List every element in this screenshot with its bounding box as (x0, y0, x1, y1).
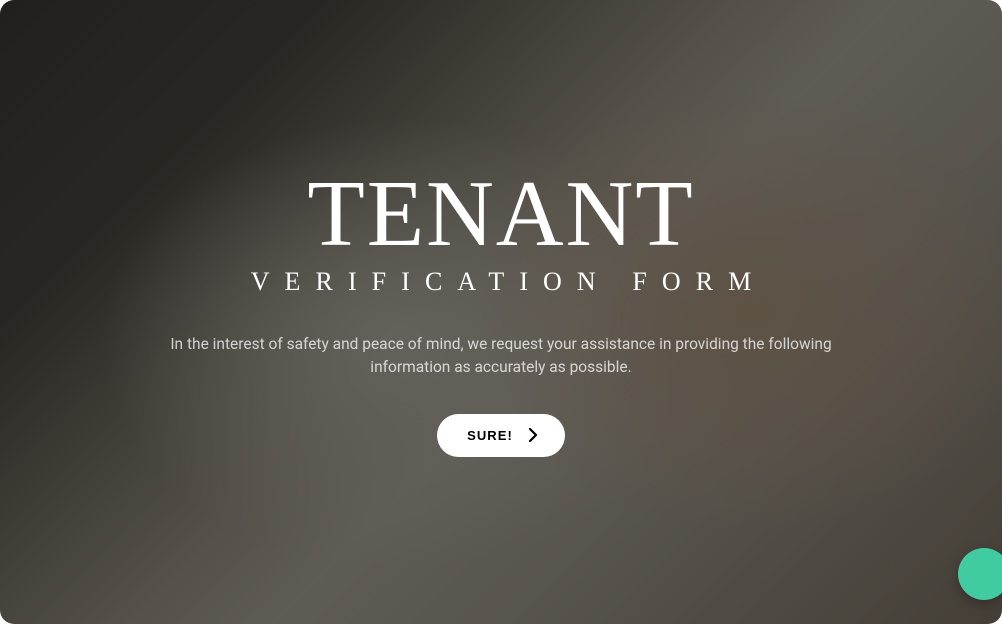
page-title-main: TENANT (131, 167, 871, 261)
start-button[interactable]: SURE! (437, 414, 565, 457)
start-button-label: SURE! (467, 428, 513, 443)
help-fab[interactable] (958, 548, 1002, 600)
hero-content: TENANT VERIFICATION FORM In the interest… (111, 167, 891, 457)
hero-description: In the interest of safety and peace of m… (131, 333, 871, 378)
hero-section: TENANT VERIFICATION FORM In the interest… (0, 0, 1002, 624)
page-title-sub: VERIFICATION FORM (131, 267, 871, 297)
chevron-right-icon (527, 428, 539, 442)
